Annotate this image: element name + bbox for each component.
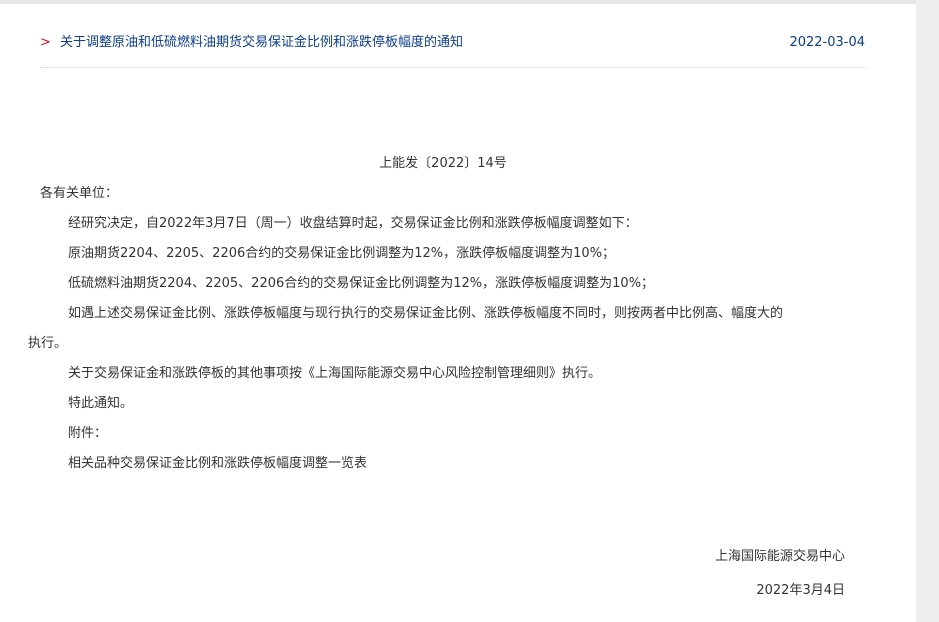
notice-date: 2022-03-04 xyxy=(789,35,865,50)
attachment-label: 附件： xyxy=(68,426,108,441)
paragraph-other-matters: 关于交易保证金和涨跌停板的其他事项按《上海国际能源交易中心风险控制管理细则》执行… xyxy=(68,366,602,381)
paragraph-execute-continuation: 执行。 xyxy=(28,336,68,351)
signature-block: 上海国际能源交易中心 2022年3月4日 xyxy=(715,540,845,608)
notice-header: > 关于调整原油和低硫燃料油期货交易保证金比例和涨跌停板幅度的通知 2022-0… xyxy=(40,32,866,68)
signature-organization: 上海国际能源交易中心 xyxy=(714,549,845,564)
notice-title-link[interactable]: 关于调整原油和低硫燃料油期货交易保证金比例和涨跌停板幅度的通知 xyxy=(60,33,463,53)
paragraph-notice: 特此通知。 xyxy=(68,396,134,411)
chevron-right-icon: > xyxy=(40,35,51,50)
paragraph-decision: 经研究决定，自2022年3月7日（周一）收盘结算时起，交易保证金比例和涨跌停板幅… xyxy=(68,216,638,231)
attachment-title: 相关品种交易保证金比例和涨跌停板幅度调整一览表 xyxy=(68,456,368,471)
paragraph-crude-oil: 原油期货2204、2205、2206合约的交易保证金比例调整为12%，涨跌停板幅… xyxy=(68,246,616,261)
notice-page: > 关于调整原油和低硫燃料油期货交易保证金比例和涨跌停板幅度的通知 2022-0… xyxy=(0,0,916,622)
salutation: 各有关单位： xyxy=(40,186,119,201)
document-number: 上能发〔2022〕14号 xyxy=(379,156,507,171)
signature-date: 2022年3月4日 xyxy=(756,583,845,598)
paragraph-low-sulfur-fuel-oil: 低硫燃料油期货2204、2205、2206合约的交易保证金比例调整为12%，涨跌… xyxy=(68,276,655,291)
paragraph-difference-rule: 如遇上述交易保证金比例、涨跌停板幅度与现行执行的交易保证金比例、涨跌停板幅度不同… xyxy=(68,306,784,321)
notice-content: 上能发〔2022〕14号 各有关单位： 经研究决定，自2022年3月7日（周一）… xyxy=(28,149,846,479)
